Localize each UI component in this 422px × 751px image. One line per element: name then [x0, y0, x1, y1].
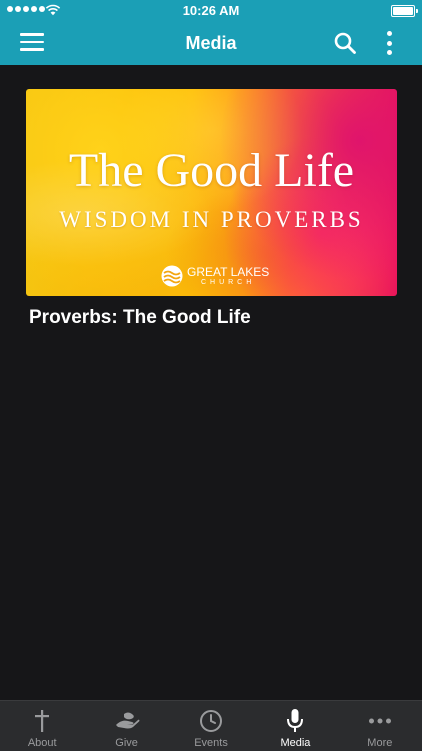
church-logo: GREAT LAKES CHURCH: [161, 265, 269, 287]
tab-label: About: [27, 737, 57, 749]
artwork-subhead: WISDOM IN PROVERBS: [59, 207, 364, 232]
page-title: Media: [185, 33, 237, 53]
tab-give[interactable]: Give: [84, 701, 168, 751]
tab-label: Events: [194, 737, 228, 749]
media-series-card[interactable]: The Good Life WISDOM IN PROVERBS GREAT L…: [26, 89, 397, 329]
battery-icon: [391, 5, 418, 17]
more-dots-icon: [366, 708, 394, 734]
nav-bar: Media: [0, 22, 422, 65]
search-icon[interactable]: [333, 31, 357, 55]
status-bar: 10:26 AM: [0, 0, 422, 22]
series-title: Proverbs: The Good Life: [29, 307, 251, 328]
artwork-headline: The Good Life: [68, 144, 355, 197]
tab-media[interactable]: Media: [253, 701, 337, 751]
tab-bar: About Give Events Media More: [0, 700, 422, 751]
tab-more[interactable]: More: [338, 701, 422, 751]
microphone-icon: [281, 708, 309, 734]
logo-line-2: CHURCH: [200, 278, 256, 286]
tab-label: More: [367, 737, 393, 749]
overflow-menu-button[interactable]: [382, 30, 398, 56]
tab-about[interactable]: About: [0, 701, 84, 751]
cross-icon: [28, 708, 56, 734]
status-time: 10:26 AM: [182, 3, 240, 18]
giving-hand-icon: [113, 708, 141, 734]
tab-events[interactable]: Events: [169, 701, 253, 751]
series-artwork: The Good Life WISDOM IN PROVERBS GREAT L…: [26, 89, 397, 296]
tab-label: Media: [280, 737, 311, 749]
tab-label: Give: [115, 737, 138, 749]
waves-logo-icon: [161, 265, 183, 287]
top-bar: 10:26 AM Media: [0, 0, 422, 65]
clock-icon: [197, 708, 225, 734]
logo-line-1: GREAT LAKES: [187, 264, 270, 279]
